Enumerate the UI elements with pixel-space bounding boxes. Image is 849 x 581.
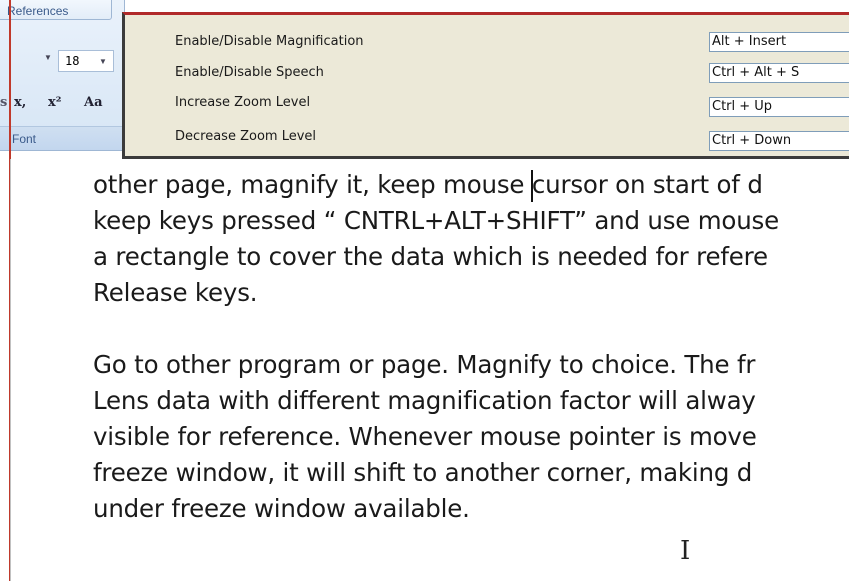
paragraph-2: Go to other program or page. Magnify to … — [93, 347, 849, 527]
text-line: freeze window, it will shift to another … — [93, 458, 753, 487]
hotkey-field-zoom-out[interactable]: Ctrl + Down — [709, 131, 849, 151]
format-buttons: s x, x² Aa — [0, 95, 124, 115]
hotkey-dialog: Enable/Disable Magnification Alt + Inser… — [122, 12, 849, 159]
text-line: Lens data with different magnification f… — [93, 386, 756, 415]
text-line: visible for reference. Whenever mouse po… — [93, 422, 757, 451]
ibeam-cursor-icon: I — [680, 536, 691, 566]
text-line: other page, magnify it, keep mouse curso… — [93, 170, 763, 199]
superscript-button[interactable]: x² — [48, 95, 61, 110]
document-page[interactable]: other page, magnify it, keep mouse curso… — [10, 159, 849, 581]
hotkey-row-magnification: Enable/Disable Magnification Alt + Inser… — [125, 32, 849, 54]
hotkey-field-speech[interactable]: Ctrl + Alt + S — [709, 63, 849, 83]
hotkey-label: Enable/Disable Magnification — [175, 34, 364, 49]
font-size-dropdown-arrow-icon[interactable]: ▼ — [99, 52, 107, 72]
tab-references[interactable]: References — [0, 0, 112, 20]
text-line: keep keys pressed “ CNTRL+ALT+SHIFT” and… — [93, 206, 779, 235]
subscript-button[interactable]: x, — [14, 95, 26, 110]
text-line: Release keys. — [93, 278, 258, 307]
paragraph-1: other page, magnify it, keep mouse curso… — [93, 167, 849, 311]
hotkey-label: Increase Zoom Level — [175, 95, 311, 110]
hotkey-row-zoom-in: Increase Zoom Level Ctrl + Up — [125, 95, 849, 119]
font-name-dropdown-arrow-icon[interactable]: ▼ — [44, 53, 52, 62]
hotkey-row-speech: Enable/Disable Speech Ctrl + Alt + S — [125, 63, 849, 85]
text-caret — [531, 170, 533, 202]
ribbon: References ▼ 18 ▼ s x, x² Aa Font — [0, 0, 125, 151]
format-button-partial[interactable]: s — [0, 95, 7, 110]
hotkey-field-zoom-in[interactable]: Ctrl + Up — [709, 97, 849, 117]
hotkey-label: Enable/Disable Speech — [175, 65, 324, 80]
hotkey-label: Decrease Zoom Level — [175, 129, 317, 144]
text-line: Go to other program or page. Magnify to … — [93, 350, 756, 379]
document-body[interactable]: other page, magnify it, keep mouse curso… — [93, 167, 849, 527]
hotkey-row-zoom-out: Decrease Zoom Level Ctrl + Down — [125, 129, 849, 153]
change-case-button[interactable]: Aa — [84, 95, 103, 110]
font-size-select[interactable]: 18 ▼ — [58, 50, 114, 72]
font-group-label: Font — [0, 126, 124, 150]
font-size-row: ▼ 18 ▼ — [0, 50, 124, 72]
text-line: a rectangle to cover the data which is n… — [93, 242, 768, 271]
text-line: under freeze window available. — [93, 494, 470, 523]
font-size-value: 18 — [65, 54, 80, 68]
hotkey-field-magnification[interactable]: Alt + Insert — [709, 32, 849, 52]
